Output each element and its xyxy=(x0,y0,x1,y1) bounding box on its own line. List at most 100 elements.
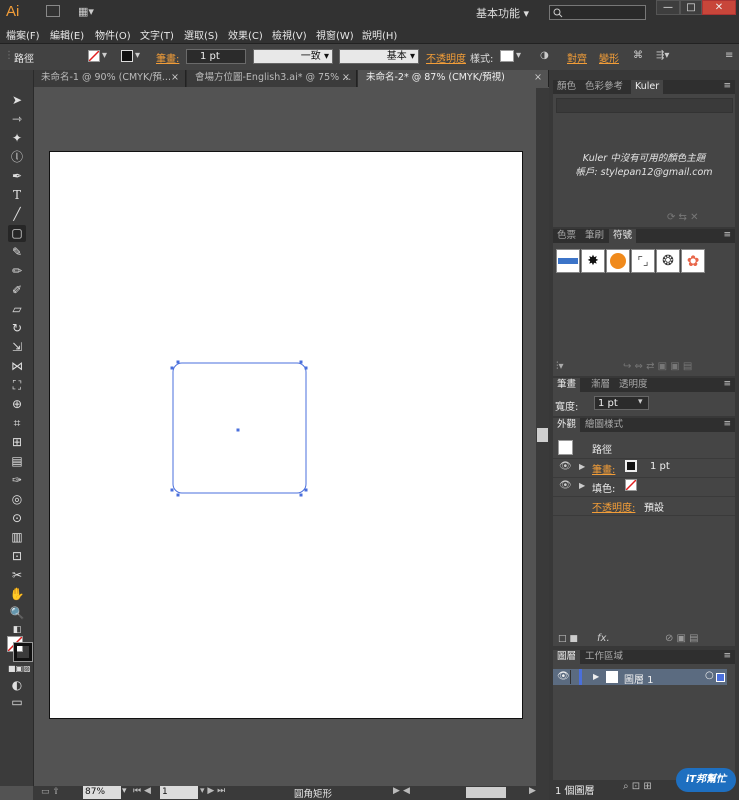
panel-menu-icon[interactable]: ≡ xyxy=(723,81,731,91)
appearance-stroke-value: 1 pt xyxy=(650,461,670,472)
color-panel-tabs: 顏色 色彩參考 Kuler ≡ xyxy=(553,80,735,94)
kuler-account: 帳戶: stylepan12@gmail.com xyxy=(575,167,713,178)
add-effect-icon[interactable]: fx. xyxy=(597,633,610,644)
anchor-point[interactable] xyxy=(176,493,180,497)
appearance-object-label: 路徑 xyxy=(592,445,612,456)
stroke-width-label: 寬度: xyxy=(555,402,579,413)
tab-stroke[interactable]: 筆畫 xyxy=(553,378,581,392)
stroke-panel: 寬度: 1 pt ▾ xyxy=(553,392,735,416)
artboard-number-field[interactable]: 1 xyxy=(160,786,198,799)
zoom-level-field[interactable]: 87% xyxy=(83,786,121,799)
symbol-panel-tabs: 色票 筆刷 符號 ≡ xyxy=(553,229,735,243)
status-icons[interactable]: ▭ ⇪ xyxy=(41,787,60,797)
tab-kuler[interactable]: Kuler xyxy=(631,80,664,94)
panel-menu-icon[interactable]: ≡ xyxy=(723,419,731,429)
center-point xyxy=(236,428,240,432)
eye-icon[interactable]: 👁 xyxy=(559,461,572,472)
anchor-point[interactable] xyxy=(170,366,174,370)
divider xyxy=(553,458,735,459)
symbol-wreath[interactable]: ❂ xyxy=(656,249,680,273)
symbol-libraries-icon[interactable]: ⫶▾ xyxy=(556,361,564,372)
layers-panel: 👁 ▶ 圖層 1 ○ 1 個圖層 ⌕ ⊡ ⊞ xyxy=(553,664,735,797)
tab-graphic-styles[interactable]: 繪圖樣式 xyxy=(581,418,627,432)
tab-transparency[interactable]: 透明度 xyxy=(615,378,652,392)
appearance-opacity-value: 預設 xyxy=(644,503,664,514)
hscroll-left-arrow[interactable]: ◀ xyxy=(403,786,410,796)
symbol-dotted-frame[interactable]: ⌜⌟ xyxy=(631,249,655,273)
layer-count: 1 個圖層 xyxy=(555,786,595,797)
appearance-stroke-label[interactable]: 筆畫: xyxy=(592,461,615,476)
anchor-point[interactable] xyxy=(304,488,308,492)
zoom-value: 87% xyxy=(85,787,106,797)
status-bar: ▭ ⇪ 87% ▾ ⏮ ◀ 1 ▾ ▶ ⏭ 圓角矩形 ▶ ◀ ▶ xyxy=(33,786,549,800)
stroke-width-value: 1 pt xyxy=(598,398,618,409)
symbol-ink-splat[interactable]: ✸ xyxy=(581,249,605,273)
expand-arrow-icon[interactable]: ▶ xyxy=(579,481,585,490)
hscroll-right-arrow[interactable]: ▶ xyxy=(529,786,536,796)
appearance-fill-label: 填色: xyxy=(592,484,616,495)
symbol-orange-circle[interactable] xyxy=(606,249,630,273)
tab-artboards[interactable]: 工作區域 xyxy=(581,650,627,664)
tab-symbols[interactable]: 符號 xyxy=(609,229,637,243)
divider xyxy=(553,515,735,516)
layers-panel-icons[interactable]: ⌕ ⊡ ⊞ xyxy=(623,781,652,792)
anchor-point[interactable] xyxy=(176,360,180,364)
artboard-nav-prev[interactable]: ⏮ ◀ xyxy=(133,786,151,796)
layer-name: 圖層 1 xyxy=(624,675,654,686)
anchor-point[interactable] xyxy=(170,488,174,492)
tab-gradient[interactable]: 漸層 xyxy=(587,378,614,392)
kuler-search-input[interactable] xyxy=(556,98,733,113)
appearance-panel-icons[interactable]: ⊘ ▣ ▤ xyxy=(665,633,699,644)
stroke-panel-tabs: 筆畫 漸層 透明度 ≡ xyxy=(553,378,735,392)
horizontal-scroll-thumb[interactable] xyxy=(466,787,506,798)
none-fill-icon xyxy=(626,480,636,490)
appearance-fill-swatch[interactable] xyxy=(625,479,637,491)
kuler-panel-icons[interactable]: ⟳ ⇆ ✕ xyxy=(667,212,699,223)
itbang-watermark-logo: iT邦幫忙 xyxy=(676,768,736,792)
symbols-panel: ✸ ⌜⌟ ❂ ✿ ⫶▾ ↪ ⇔ ⇄ ▣ ▣ ▤ xyxy=(553,243,735,376)
anchor-point[interactable] xyxy=(299,493,303,497)
layers-panel-tabs: 圖層 工作區域 ≡ xyxy=(553,650,735,664)
eye-icon[interactable]: 👁 xyxy=(559,480,572,491)
status-menu-arrow[interactable]: ▶ xyxy=(393,786,400,796)
eye-icon[interactable]: 👁 xyxy=(557,671,570,682)
artboard-nav-next[interactable]: ▾ ▶ ⏭ xyxy=(200,786,225,796)
tab-color-guide[interactable]: 色彩參考 xyxy=(581,80,627,94)
divider xyxy=(553,496,735,497)
appearance-panel-tabs: 外觀 繪圖樣式 ≡ xyxy=(553,418,735,432)
tab-color[interactable]: 顏色 xyxy=(553,80,580,94)
tab-swatches[interactable]: 色票 xyxy=(553,229,580,243)
layer-row[interactable]: 👁 ▶ 圖層 1 ○ xyxy=(553,669,727,686)
zoom-dropdown-arrow[interactable]: ▾ xyxy=(122,786,127,796)
current-tool-status: 圓角矩形 xyxy=(294,789,333,800)
appearance-panel: 路徑 👁 ▶ 筆畫: 1 pt 👁 ▶ 填色: 不透明度: 預設 □ ■ fx.… xyxy=(553,432,735,646)
tab-appearance[interactable]: 外觀 xyxy=(553,418,581,432)
artboard-number: 1 xyxy=(162,787,168,797)
symbol-panel-icons[interactable]: ↪ ⇔ ⇄ ▣ ▣ ▤ xyxy=(623,361,692,372)
symbol-blue-bar[interactable] xyxy=(556,249,580,273)
object-thumbnail xyxy=(558,440,573,455)
divider xyxy=(553,477,735,478)
target-icon[interactable]: ○ xyxy=(705,670,714,681)
new-stroke-icon[interactable]: □ ■ xyxy=(558,634,578,644)
anchor-point[interactable] xyxy=(304,366,308,370)
expand-arrow-icon[interactable]: ▶ xyxy=(579,462,585,471)
symbol-flower[interactable]: ✿ xyxy=(681,249,705,273)
appearance-stroke-swatch[interactable] xyxy=(625,460,637,472)
rounded-rectangle-path[interactable] xyxy=(172,362,307,494)
panel-menu-icon[interactable]: ≡ xyxy=(723,651,731,661)
layer-thumbnail xyxy=(606,671,618,683)
tab-brushes[interactable]: 筆刷 xyxy=(581,229,608,243)
selection-indicator[interactable] xyxy=(716,673,725,682)
kuler-panel: Kuler 中沒有可用的顏色主題 帳戶: stylepan12@gmail.co… xyxy=(553,94,735,227)
kuler-message: Kuler 中沒有可用的顏色主題 xyxy=(582,153,706,164)
panel-menu-icon[interactable]: ≡ xyxy=(723,230,731,240)
panel-menu-icon[interactable]: ≡ xyxy=(723,379,731,389)
vertical-scroll-thumb[interactable] xyxy=(537,428,548,442)
tab-layers[interactable]: 圖層 xyxy=(553,650,581,664)
stroke-width-dropdown[interactable]: ▾ xyxy=(638,397,643,407)
lock-column[interactable] xyxy=(570,670,571,684)
anchor-point[interactable] xyxy=(299,360,303,364)
appearance-opacity-label[interactable]: 不透明度: xyxy=(592,499,635,514)
expand-arrow-icon[interactable]: ▶ xyxy=(593,672,599,681)
